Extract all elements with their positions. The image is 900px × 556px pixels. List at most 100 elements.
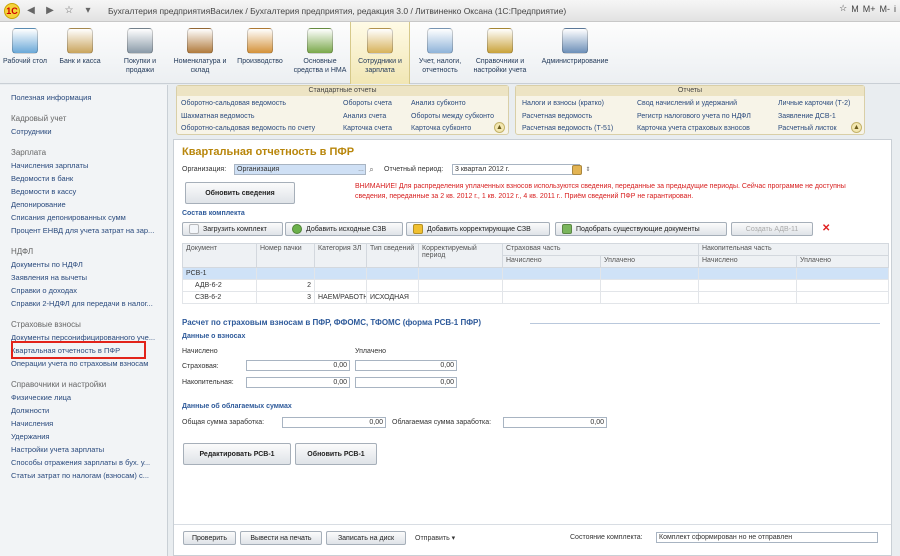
employees-icon (367, 28, 393, 54)
send-menu[interactable]: Отправить ▾ (415, 534, 455, 542)
report-link[interactable]: Свод начислений и удержаний (637, 100, 737, 107)
sidebar-item[interactable]: Сотрудники (11, 125, 161, 138)
sidebar-item[interactable]: Документы по НДФЛ (11, 258, 161, 271)
col-header[interactable]: Корректируемый период (418, 243, 503, 268)
add-source-szv-button[interactable]: Добавить исходные СЗВ (285, 222, 403, 236)
sidebar-item[interactable]: Удержания (11, 430, 161, 443)
col-subheader[interactable]: Начислено (502, 255, 601, 268)
report-link[interactable]: Анализ субконто (411, 100, 466, 107)
org-field[interactable]: Организация (234, 164, 366, 175)
col-header[interactable]: Категория ЗЛ (314, 243, 367, 268)
col-header[interactable]: Номер пачки (256, 243, 315, 268)
table-row[interactable]: АДВ-6-2 2 (182, 279, 889, 292)
toolbar-item-warehouse[interactable]: Номенклатура и склад (170, 22, 230, 84)
taxable-salary-field[interactable]: 0,00 (503, 417, 607, 428)
info-button[interactable]: i (894, 4, 896, 14)
sidebar-item[interactable]: Способы отражения зарплаты в бух. у... (11, 456, 161, 469)
save-to-disk-button[interactable]: Записать на диск (326, 531, 406, 545)
refresh-rsv1-button[interactable]: Обновить РСВ-1 (295, 443, 377, 465)
create-adv11-button[interactable]: Создать АДВ-11 (731, 222, 813, 236)
delete-icon[interactable]: ✕ (822, 223, 830, 234)
calendar-icon[interactable] (572, 165, 582, 175)
edit-rsv1-button[interactable]: Редактировать РСВ-1 (183, 443, 291, 465)
col-header[interactable]: Страховая часть (502, 243, 699, 256)
mem-button[interactable]: M (851, 4, 859, 14)
report-link[interactable]: Оборотно-сальдовая ведомость по счету (181, 125, 315, 132)
report-link[interactable]: Обороты счета (343, 100, 392, 107)
back-icon[interactable]: ◀ (23, 3, 39, 19)
sidebar-item[interactable]: Физические лица (11, 391, 161, 404)
toolbar-item-desktop[interactable]: Рабочий стол (0, 22, 50, 84)
forward-icon[interactable]: ▶ (42, 3, 58, 19)
sidebar-item[interactable]: Списания депонированных сумм (11, 211, 161, 224)
col-subheader[interactable]: Начислено (698, 255, 797, 268)
sidebar-item[interactable]: Заявления на вычеты (11, 271, 161, 284)
toolbar-item-production[interactable]: Производство (230, 22, 290, 84)
col-header[interactable]: Тип сведений (366, 243, 419, 268)
sidebar-item[interactable]: Начисления зарплаты (11, 159, 161, 172)
select-docs-button[interactable]: Подобрать существующие документы (555, 222, 727, 236)
report-link[interactable]: Карточка счета (343, 125, 392, 132)
org-select-icon[interactable]: … (356, 164, 366, 175)
export-button[interactable]: Вывести на печать (240, 531, 322, 545)
savings-accrued-field[interactable]: 0,00 (246, 377, 350, 388)
period-spin-icon[interactable]: ⇕ (584, 164, 592, 175)
report-link[interactable]: Шахматная ведомость (181, 113, 254, 120)
report-link[interactable]: Карточка учета страховых взносов (637, 125, 750, 132)
favorites-icon[interactable]: ☆ (839, 3, 847, 14)
sidebar-item[interactable]: Статьи затрат по налогам (взносам) с... (11, 469, 161, 482)
report-link[interactable]: Расчетный листок (778, 125, 837, 132)
savings-paid-field[interactable]: 0,00 (355, 377, 457, 388)
menu-icon[interactable]: ▾ (80, 3, 96, 19)
app-logo-icon[interactable]: 1С (4, 2, 20, 19)
report-link[interactable]: Расчетная ведомость (Т-51) (522, 125, 613, 132)
mem-minus-button[interactable]: M- (880, 4, 891, 14)
toolbar-item-bank[interactable]: Банк и касса (50, 22, 110, 84)
load-set-button[interactable]: Загрузить комплект (182, 222, 283, 236)
toolbar-item-reports[interactable]: Учет, налоги, отчетность (410, 22, 470, 84)
report-link[interactable]: Налоги и взносы (кратко) (522, 100, 604, 107)
sidebar-item[interactable]: Ведомости в банк (11, 172, 161, 185)
toolbar-item-books[interactable]: Справочники и настройки учета (470, 22, 530, 84)
report-link[interactable]: Заявление ДСВ-1 (778, 113, 836, 120)
report-link[interactable]: Личные карточки (Т-2) (778, 100, 850, 107)
col-header[interactable]: Накопительная часть (698, 243, 889, 256)
report-link[interactable]: Карточка субконто (411, 125, 471, 132)
sidebar-item[interactable]: Справки 2-НДФЛ для передачи в налог... (11, 297, 161, 310)
toolbar-item-cart[interactable]: Покупки и продажи (110, 22, 170, 84)
col-subheader[interactable]: Уплачено (600, 255, 699, 268)
sidebar-item[interactable]: Депонирование (11, 198, 161, 211)
table-row[interactable]: СЗВ-6-2 3 НАЕМ/РАБОТН ИСХОДНАЯ (182, 291, 889, 304)
collapse-icon[interactable]: ▲ (494, 122, 505, 133)
star-icon[interactable]: ☆ (61, 3, 77, 19)
sidebar-item[interactable]: Должности (11, 404, 161, 417)
check-button[interactable]: Проверить (183, 531, 236, 545)
collapse-icon[interactable]: ▲ (851, 122, 862, 133)
col-header[interactable]: Документ (182, 243, 257, 268)
sidebar-item[interactable]: Ведомости в кассу (11, 185, 161, 198)
sidebar-item[interactable]: Начисления (11, 417, 161, 430)
toolbar-item-employees[interactable]: Сотрудники и зарплата (350, 22, 410, 84)
mem-plus-button[interactable]: M+ (863, 4, 876, 14)
table-row[interactable]: РСВ-1 (182, 267, 889, 280)
sidebar-item[interactable]: Процент ЕНВД для учета затрат на зар... (11, 224, 161, 237)
search-icon[interactable]: ⌕ (366, 164, 377, 175)
report-link[interactable]: Обороты между субконто (411, 113, 494, 120)
insurance-accrued-field[interactable]: 0,00 (246, 360, 350, 371)
sidebar-useful-info[interactable]: Полезная информация (11, 91, 161, 104)
add-correcting-szv-button[interactable]: Добавить корректирующие СЗВ (406, 222, 550, 236)
col-subheader[interactable]: Уплачено (796, 255, 889, 268)
update-info-button[interactable]: Обновить сведения (185, 182, 295, 204)
sidebar-item[interactable]: Настройки учета зарплаты (11, 443, 161, 456)
toolbar-item-assets[interactable]: Основные средства и НМА (290, 22, 350, 84)
period-field[interactable]: 3 квартал 2012 г. (452, 164, 580, 175)
report-link[interactable]: Анализ счета (343, 113, 386, 120)
report-link[interactable]: Расчетная ведомость (522, 113, 592, 120)
state-field[interactable]: Комплект сформирован но не отправлен (656, 532, 878, 543)
toolbar-item-admin[interactable]: Администрирование (530, 22, 620, 84)
report-link[interactable]: Оборотно-сальдовая ведомость (181, 100, 286, 107)
sidebar-item[interactable]: Справки о доходах (11, 284, 161, 297)
total-salary-field[interactable]: 0,00 (282, 417, 386, 428)
report-link[interactable]: Регистр налогового учета по НДФЛ (637, 113, 751, 120)
insurance-paid-field[interactable]: 0,00 (355, 360, 457, 371)
